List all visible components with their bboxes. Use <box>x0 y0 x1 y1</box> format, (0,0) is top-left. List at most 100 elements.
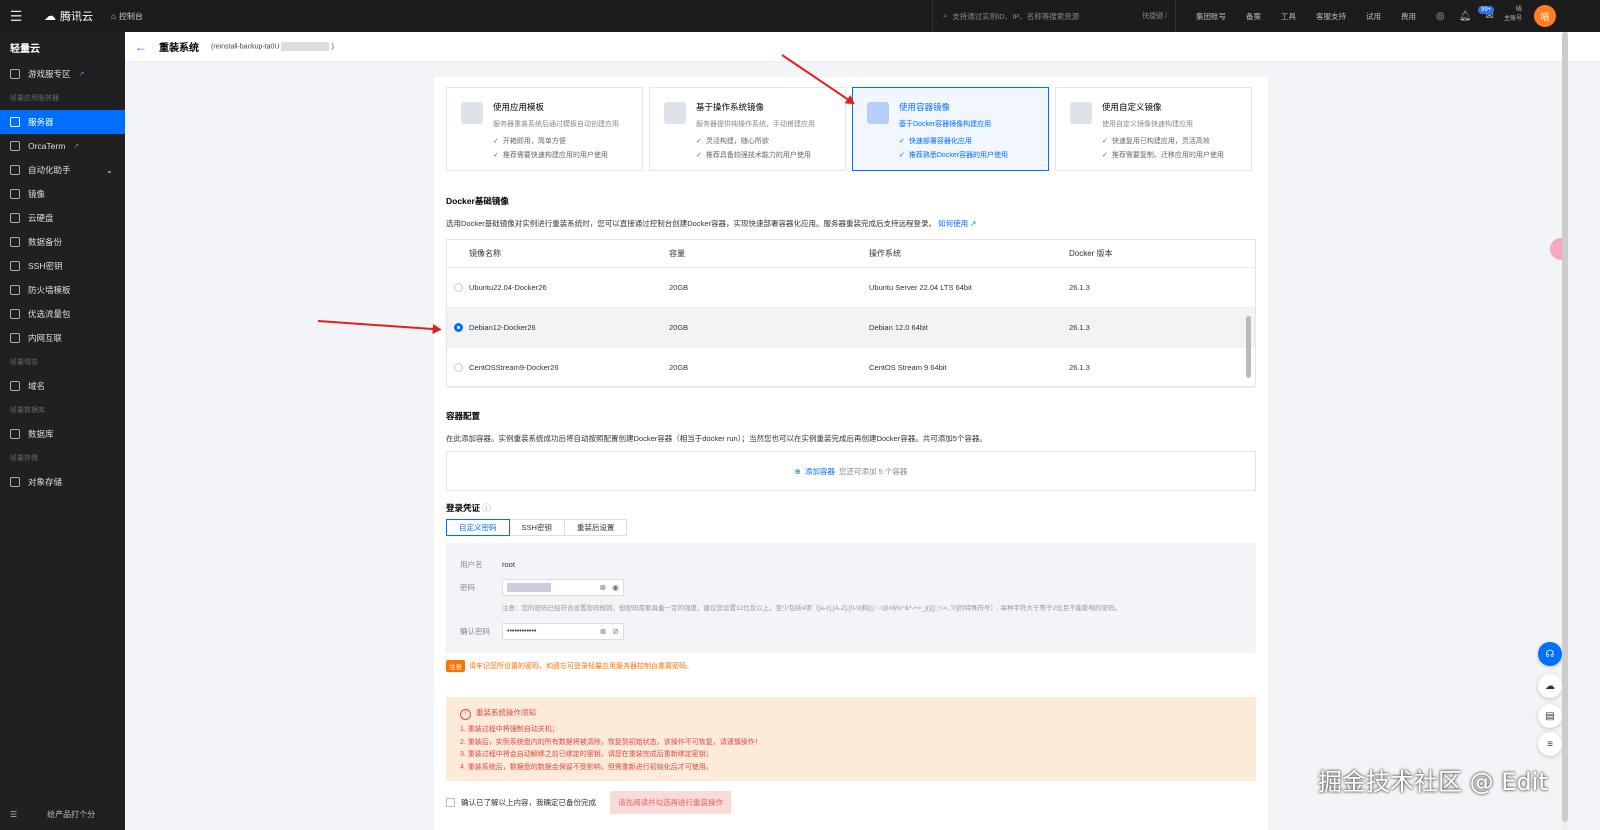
book-icon[interactable]: ▤ <box>1538 704 1562 728</box>
nav-icon <box>10 141 20 151</box>
col-docker-version: Docker 版本 <box>1069 249 1113 258</box>
clear-icon[interactable]: ⊗ <box>599 583 606 592</box>
console-link[interactable]: ⌂ 控制台 <box>111 11 143 22</box>
cell-image-name: Debian12-Docker26 <box>469 323 536 332</box>
top-link-support[interactable]: 客服支持 <box>1316 11 1346 22</box>
back-arrow-icon[interactable]: ← <box>135 40 147 54</box>
col-image-name: 镜像名称 <box>469 249 501 258</box>
eye-off-icon[interactable]: ⊘ <box>612 627 619 636</box>
page-scrollbar[interactable] <box>1562 32 1568 830</box>
top-link-icp[interactable]: 备案 <box>1246 11 1261 22</box>
sidebar-item[interactable]: SSH密钥 <box>0 254 125 278</box>
cloud-upload-icon[interactable]: ☁ <box>1538 674 1562 698</box>
clear-icon[interactable]: ⊗ <box>600 627 607 636</box>
image-type-option[interactable]: 基于操作系统镜像服务器提供纯操作系统，手动搭建应用灵活构建，随心所欲推荐具备较强… <box>649 87 846 171</box>
feedback-link[interactable]: 给产品打个分 <box>47 809 95 820</box>
row-radio[interactable] <box>453 283 463 292</box>
search-icon: ⌕ <box>943 11 948 20</box>
row-radio[interactable] <box>453 323 463 332</box>
tab-custom-password[interactable]: 自定义密码 <box>446 519 510 536</box>
top-link-tools[interactable]: 工具 <box>1281 11 1296 22</box>
top-link-group-account[interactable]: 集团账号 <box>1196 11 1226 22</box>
sidebar-item[interactable]: 服务器 <box>0 110 125 134</box>
headset-icon[interactable]: ☊ <box>1538 642 1562 666</box>
instance-paren: ) <box>331 43 334 51</box>
sidebar-group-label: 轻量存储 <box>10 455 38 462</box>
sidebar-item[interactable]: 云硬盘 <box>0 206 125 230</box>
nav-icon <box>10 309 20 319</box>
sidebar-title: 轻量云 <box>10 43 40 55</box>
confirm-password-label: 确认密码 <box>460 627 490 636</box>
top-link-billing[interactable]: 费用 <box>1401 11 1416 22</box>
sidebar-item[interactable]: 对象存储 <box>0 470 125 494</box>
list-icon[interactable]: ≡ <box>1538 732 1562 756</box>
cell-docker-version: 26.1.3 <box>1069 283 1090 292</box>
sidebar-item[interactable]: 自动化助手 ⌄ <box>0 158 125 182</box>
reinstall-button[interactable]: 请先阅读并勾选再进行重装操作 <box>610 791 731 814</box>
sidebar-item[interactable]: 内网互联 <box>0 326 125 350</box>
notice-item: 1. 重装过程中将强制自动关机； <box>460 726 559 733</box>
sidebar-item[interactable]: 域名 <box>0 374 125 398</box>
container-section-title: 容器配置 <box>446 411 481 421</box>
notification-badge: 99+ <box>1478 6 1495 14</box>
confirm-checkbox[interactable] <box>446 798 455 807</box>
option-bullet: 快速部署容器化应用 <box>899 136 1036 146</box>
table-row[interactable]: Ubuntu22.04-Docker26 20GB Ubuntu Server 22… <box>447 268 1255 308</box>
password-field[interactable]: ⊗ ◉ <box>502 579 624 596</box>
account-name[interactable]: 唔 主账号 <box>1504 6 1522 24</box>
sidebar-item[interactable]: 数据库 <box>0 422 125 446</box>
notice-item: 2. 重装后，实例系统盘内的所有数据将被清除，恢复到初始状态，该操作不可恢复，请… <box>460 738 762 746</box>
info-icon[interactable]: ⓘ <box>482 503 491 513</box>
sidebar-item-label: 内网互联 <box>28 333 63 343</box>
row-radio[interactable] <box>453 363 463 372</box>
page-scroll-thumb[interactable] <box>1562 32 1568 822</box>
option-bullet: 推荐需要快速构建应用的用户使用 <box>493 150 630 160</box>
image-type-option[interactable]: 使用容器镜像基于Docker容器镜像构建应用快速部署容器化应用推荐熟悉Docke… <box>852 87 1049 171</box>
sidebar-item[interactable]: 镜像 <box>0 182 125 206</box>
menu-icon[interactable]: ☰ <box>0 0 32 32</box>
image-type-option[interactable]: 使用应用模板服务器重装系统后通过模板自动创建应用开箱即用，简单方便推荐需要快速构… <box>446 87 643 171</box>
image-type-icon <box>664 102 686 124</box>
bell-icon[interactable]: 🔔︎ <box>1459 11 1472 22</box>
confirm-label[interactable]: 确认已了解以上内容，我确定已备份完成 <box>461 797 596 808</box>
collapse-icon[interactable]: ☰ <box>10 810 17 819</box>
tab-set-after[interactable]: 重装后设置 <box>563 519 628 536</box>
avatar[interactable]: 唔 <box>1534 5 1556 27</box>
confirm-password-field[interactable]: •••••••••••• ⊗ ⊘ <box>502 623 624 640</box>
external-link-icon: ↗ <box>970 219 977 228</box>
table-row[interactable]: Debian12-Docker26 20GB Debian 12.0 64bit 26… <box>447 308 1255 348</box>
tab-ssh-key[interactable]: SSH密钥 <box>508 519 565 536</box>
sidebar-item-label: 自动化助手 <box>28 165 71 175</box>
nav-icon <box>10 333 20 343</box>
help-icon[interactable]: ◎ <box>1436 11 1445 22</box>
sidebar-item-label: 数据备份 <box>28 237 63 247</box>
sidebar-item[interactable]: OrcaTerm ↗ <box>0 134 125 158</box>
reinstall-card: 使用应用模板服务器重装系统后通过模板自动创建应用开箱即用，简单方便推荐需要快速构… <box>434 77 1268 830</box>
warning-text: 请牢记您所设置的密码，如遗忘可登录轻量应用服务器控制台重置密码。 <box>469 663 693 670</box>
password-row: 密码 ⊗ ◉ <box>460 579 624 596</box>
table-row[interactable]: CentOSStream9-Docker26 20GB CentOS Stream … <box>447 348 1255 388</box>
sidebar-group-label: 轻量域名 <box>10 359 38 366</box>
sidebar-item[interactable]: 数据备份 <box>0 230 125 254</box>
search-input[interactable]: 支持通过实例ID、IP、名称等搜索资源 <box>952 11 1079 22</box>
table-scrollbar[interactable] <box>1246 268 1251 386</box>
add-container-button[interactable]: 添加容器 <box>805 466 835 477</box>
brand-logo[interactable]: ☁ 腾讯云 <box>44 8 93 24</box>
image-type-option[interactable]: 使用自定义镜像使用自定义镜像快速构建应用快速复用已构建应用，灵活高效推荐需要复制… <box>1055 87 1252 171</box>
how-to-link[interactable]: 如何使用 <box>938 219 968 228</box>
sidebar-item-label: 对象存储 <box>28 477 63 487</box>
option-desc: 基于Docker容器镜像构建应用 <box>899 121 992 128</box>
search-bar[interactable]: ⌕ 支持通过实例ID、IP、名称等搜索资源 快捷键 / <box>932 0 1176 32</box>
account-line: 唔 <box>1516 7 1523 13</box>
eye-icon[interactable]: ◉ <box>612 583 619 592</box>
redacted-block <box>281 42 330 51</box>
warning-tag: 注意 <box>446 660 465 672</box>
login-tabs: 自定义密码 SSH密钥 重装后设置 <box>446 519 628 536</box>
option-bullet: 快速复用已构建应用，灵活高效 <box>1102 136 1239 146</box>
sidebar-item[interactable]: 游戏服专区 ↗ <box>0 62 125 86</box>
username-row: 用户名 root <box>460 559 515 570</box>
scroll-thumb[interactable] <box>1246 316 1251 378</box>
top-link-trial[interactable]: 试用 <box>1366 11 1381 22</box>
sidebar-item[interactable]: 防火墙模板 <box>0 278 125 302</box>
sidebar-item[interactable]: 优选流量包 <box>0 302 125 326</box>
